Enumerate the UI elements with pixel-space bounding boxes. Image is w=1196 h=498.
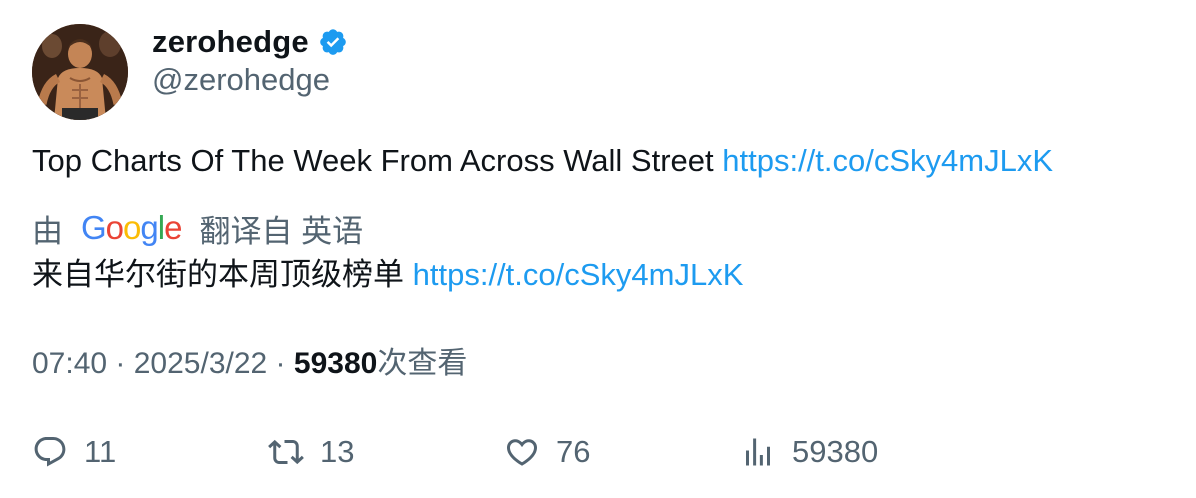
heart-icon [506,439,538,466]
views-button[interactable]: 59380 [740,430,878,474]
tweet-time[interactable]: 07:40 [32,347,107,380]
retweet-icon [268,439,304,465]
like-button[interactable]: 76 [504,430,590,474]
analytics-icon [746,438,770,466]
google-letter: G [81,209,107,246]
translated-tweet-text: 来自华尔街的本周顶级榜单 https://t.co/cSky4mJLxK [32,255,743,295]
translated-body: 来自华尔街的本周顶级榜单 [32,257,413,292]
views-count: 59380 [293,347,378,380]
retweet-count: 13 [320,434,355,469]
google-logo-icon: Google [81,209,182,247]
google-letter: g [140,209,158,246]
meta-separator: · [107,347,134,380]
reply-icon [34,437,66,467]
translated-from-label[interactable]: 翻译自 英语 [199,206,363,251]
tweet-body: Top Charts Of The Week From Across Wall … [32,143,723,178]
translation-attribution: 由 Google 翻译自 英语 [32,207,363,249]
google-letter: o [123,209,141,246]
translated-by-label: 由 [32,213,63,249]
views-action-count: 59380 [792,434,879,469]
google-letter: o [105,209,124,246]
retweet-button[interactable]: 13 [268,430,354,474]
meta-separator: · [267,347,294,380]
tweet-meta: 07:40 · 2025/3/22 · 59380次查看 [32,344,467,384]
tweet-text: Top Charts Of The Week From Across Wall … [32,141,1053,181]
verified-badge-icon[interactable] [318,27,348,57]
author-display-name[interactable]: zerohedge [152,24,309,60]
views-label: 次查看 [377,347,468,380]
action-bar: 11 13 76 59380 [32,430,1032,474]
avatar-photo-icon [32,24,128,120]
reply-button[interactable]: 11 [32,430,116,474]
author-handle[interactable]: @zerohedge [152,62,330,98]
reply-count: 11 [84,434,117,469]
avatar[interactable] [32,24,128,120]
author-name-row: zerohedge [152,22,348,62]
tweet-link[interactable]: https://t.co/cSky4mJLxK [722,143,1053,178]
translated-link[interactable]: https://t.co/cSky4mJLxK [413,257,744,292]
like-count: 76 [556,434,591,469]
google-letter: e [164,209,182,246]
tweet-date[interactable]: 2025/3/22 [134,347,267,380]
